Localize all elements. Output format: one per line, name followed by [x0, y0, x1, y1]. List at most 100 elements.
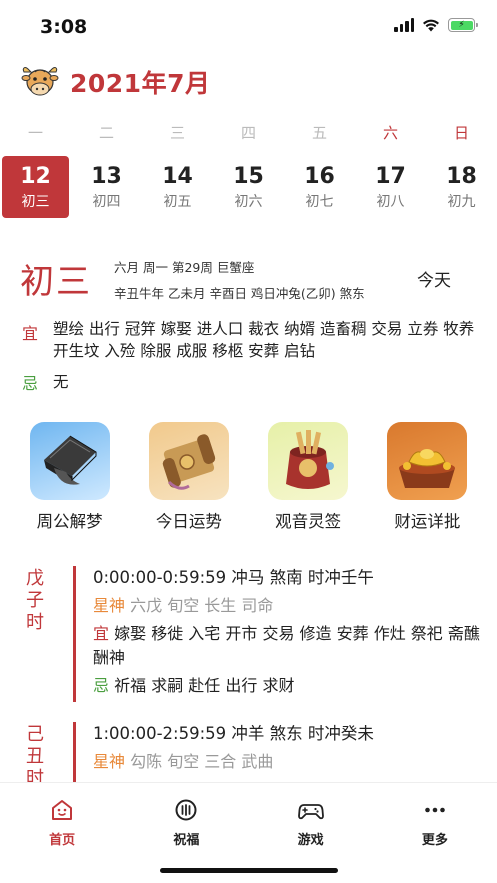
- ox-logo-icon[interactable]: [20, 62, 60, 102]
- weekday-label: 二: [98, 124, 114, 142]
- hour-name-char: 己: [26, 724, 44, 745]
- yi-label: 宜: [22, 324, 39, 343]
- app-label: 观音灵签: [275, 512, 342, 531]
- hour-name-char: 丑: [26, 746, 44, 767]
- weekday-label: 六: [382, 124, 398, 142]
- weekday-label: 五: [311, 124, 327, 142]
- app-wealth-analysis[interactable]: 财运详批: [377, 422, 477, 532]
- hour-content: 1:00:00-2:59:59 冲羊 煞东 时冲癸未 星神 勾陈 旬空 三合 武…: [93, 722, 483, 774]
- hour-time-range: 0:00:00-0:59:59 冲马 煞南 时冲壬午: [93, 568, 374, 587]
- hour-stars-row: 星神 勾陈 旬空 三合 武曲: [93, 750, 483, 774]
- date-number: 14: [162, 163, 193, 189]
- lunar-day-title: 初三: [20, 262, 92, 302]
- dream-icon[interactable]: [29, 422, 110, 500]
- hour-name-char: 子: [26, 590, 44, 611]
- home-icon: [49, 797, 75, 823]
- calendar-header: 2021年7月: [20, 62, 210, 102]
- status-time: 3:08: [40, 16, 88, 38]
- ji-label: 忌: [93, 676, 110, 695]
- yi-activities: 塑绘 出行 冠笄 嫁娶 进人口 裁衣 纳婿 造畜稠 交易 立券 牧养 开生坟 入…: [53, 320, 475, 360]
- date-number: 15: [233, 163, 264, 189]
- app-label: 今日运势: [155, 512, 222, 531]
- hour-name: 己 丑 时: [24, 724, 46, 782]
- battery-icon: ⚡: [448, 18, 478, 32]
- hour-name-char: 时: [26, 768, 44, 782]
- date-lunar: 初六: [234, 193, 263, 210]
- date-cell[interactable]: 15 初六: [215, 156, 282, 218]
- hour-content: 0:00:00-0:59:59 冲马 煞南 时冲壬午 星神 六戊 旬空 长生 司…: [93, 566, 483, 698]
- date-lunar: 初四: [92, 193, 121, 210]
- hour-stars-row: 星神 六戊 旬空 长生 司命: [93, 594, 483, 618]
- cellular-signal-icon: [394, 18, 414, 32]
- app-daily-fortune[interactable]: 今日运势: [139, 422, 239, 532]
- status-bar: 3:08 ⚡: [0, 0, 497, 56]
- tab-label: 游戏: [297, 833, 324, 848]
- date-cell[interactable]: 14 初五: [144, 156, 211, 218]
- tab-more[interactable]: 更多: [373, 783, 497, 883]
- tab-label: 更多: [421, 833, 448, 848]
- gamepad-icon: [297, 797, 324, 823]
- tab-label: 首页: [49, 833, 76, 848]
- hour-yi-row: 宜 嫁娶 移徙 入宅 开市 交易 修造 安葬 作灶 祭祀 斋醮 酬神: [93, 622, 483, 670]
- hour-time-range: 1:00:00-2:59:59 冲羊 煞东 时冲癸未: [93, 724, 374, 743]
- star-label: 星神: [93, 596, 126, 615]
- feature-apps-row: 周公解梦 今日运势 观音灵签 财运详批: [0, 422, 497, 532]
- month-title[interactable]: 2021年7月: [70, 64, 210, 100]
- hour-name: 戊 子 时: [24, 568, 46, 634]
- date-number: 18: [446, 163, 477, 189]
- star-text: 六戊 旬空 长生 司命: [130, 596, 274, 615]
- hour-block[interactable]: 己 丑 时 1:00:00-2:59:59 冲羊 煞东 时冲癸未 星神 勾陈 旬…: [0, 722, 497, 782]
- tab-home[interactable]: 首页: [0, 783, 124, 883]
- date-lunar: 初九: [447, 193, 476, 210]
- date-lunar: 初三: [21, 193, 50, 210]
- bottom-tab-bar: 首页 祝福 游戏 更多: [0, 782, 497, 883]
- wifi-icon: [423, 19, 439, 32]
- date-cell[interactable]: 16 初七: [286, 156, 353, 218]
- week-dates-row: 12 初三 13 初四 14 初五 15 初六 16 初七 17 初八 18 初…: [0, 156, 497, 218]
- date-lunar: 初五: [163, 193, 192, 210]
- date-cell-selected[interactable]: 12 初三: [2, 156, 69, 218]
- weekday-label: 一: [27, 124, 43, 142]
- hour-divider: [73, 566, 76, 702]
- lot-bag-icon[interactable]: [268, 422, 349, 500]
- ji-activities: 无: [53, 373, 69, 391]
- date-cell[interactable]: 17 初八: [357, 156, 424, 218]
- date-lunar: 初七: [305, 193, 334, 210]
- blessing-icon: [173, 797, 199, 823]
- date-number: 17: [375, 163, 406, 189]
- ji-label: 忌: [22, 374, 39, 393]
- battery-charging-icon: ⚡: [450, 20, 473, 30]
- weekday-row: 一 二 三 四 五 六 日: [0, 122, 497, 143]
- app-label: 财运详批: [394, 512, 461, 531]
- ji-text: 祈福 求嗣 赴任 出行 求财: [114, 676, 295, 695]
- date-cell[interactable]: 18 初九: [428, 156, 495, 218]
- app-dream-interpretation[interactable]: 周公解梦: [20, 422, 120, 532]
- more-icon: [422, 797, 448, 823]
- home-indicator[interactable]: [160, 868, 338, 873]
- weekday-label: 四: [240, 124, 256, 142]
- weekday-label: 三: [169, 124, 185, 142]
- today-button[interactable]: 今天: [417, 266, 451, 291]
- weekday-label: 日: [453, 124, 469, 142]
- hour-name-char: 戊: [26, 568, 44, 589]
- date-cell[interactable]: 13 初四: [73, 156, 140, 218]
- hour-name-char: 时: [26, 612, 44, 633]
- date-number: 13: [91, 163, 122, 189]
- yi-text: 嫁娶 移徙 入宅 开市 交易 修造 安葬 作灶 祭祀 斋醮 酬神: [93, 624, 480, 667]
- yi-label: 宜: [93, 624, 110, 643]
- date-number: 16: [304, 163, 335, 189]
- status-icons: ⚡: [394, 18, 478, 32]
- hour-divider: [73, 722, 76, 782]
- tab-label: 祝福: [173, 833, 200, 848]
- ganzhi-info-line: 辛丑牛年 乙未月 辛酉日 鸡日冲兔(乙卯) 煞东: [114, 286, 365, 301]
- star-label: 星神: [93, 752, 126, 771]
- hour-ji-row: 忌 祈福 求嗣 赴任 出行 求财: [93, 674, 483, 698]
- gold-ingot-icon[interactable]: [387, 422, 468, 500]
- app-guanyin-lots[interactable]: 观音灵签: [258, 422, 358, 532]
- star-text: 勾陈 旬空 三合 武曲: [130, 752, 274, 771]
- fortune-scroll-icon[interactable]: [148, 422, 229, 500]
- day-info-line: 六月 周一 第29周 巨蟹座: [114, 260, 255, 275]
- app-label: 周公解梦: [36, 512, 103, 531]
- date-number: 12: [20, 163, 51, 189]
- date-lunar: 初八: [376, 193, 405, 210]
